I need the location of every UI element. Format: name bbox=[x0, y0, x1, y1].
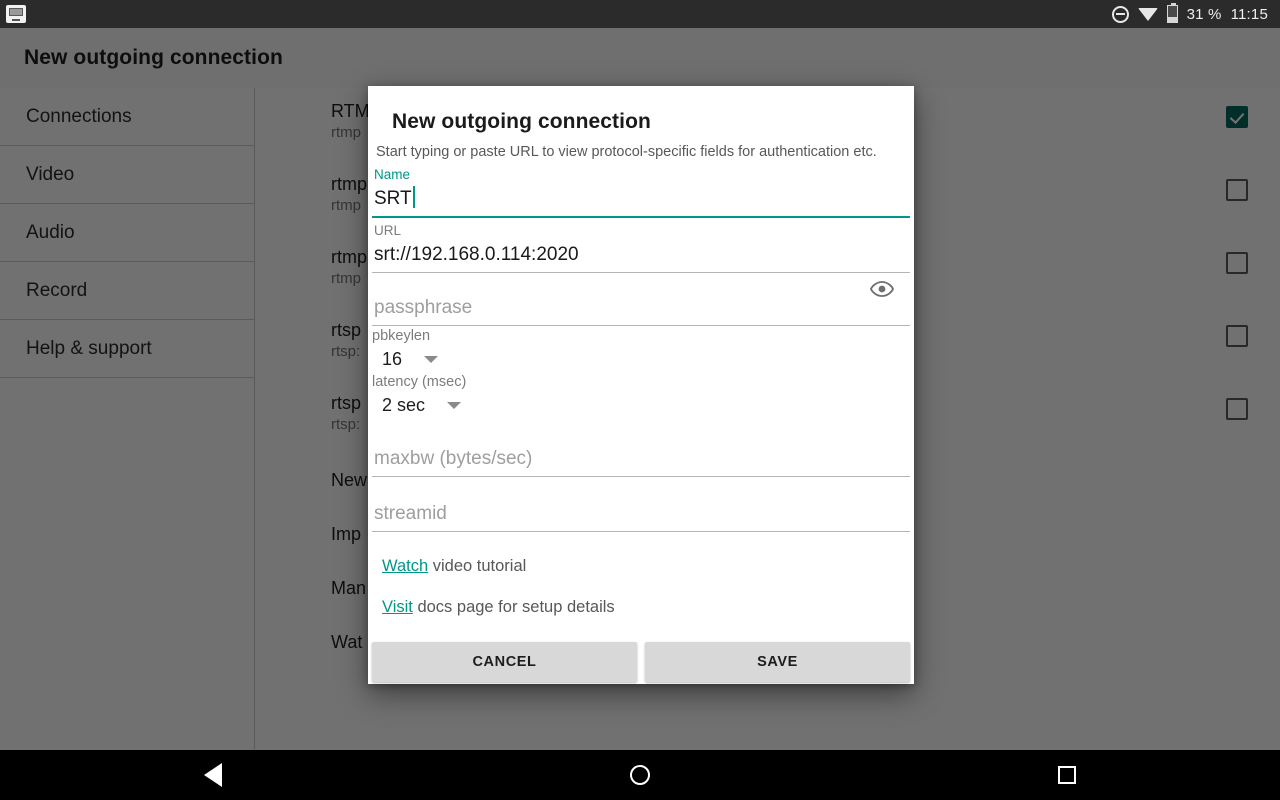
nav-back-button[interactable] bbox=[153, 763, 273, 787]
name-input-value: SRT bbox=[374, 188, 412, 209]
connection-checkbox[interactable] bbox=[1226, 398, 1248, 420]
dialog-subtitle: Start typing or paste URL to view protoc… bbox=[370, 142, 912, 162]
latency-label: latency (msec) bbox=[372, 372, 912, 392]
recents-square-icon bbox=[1058, 766, 1076, 784]
url-input[interactable]: srt://192.168.0.114:2020 bbox=[372, 240, 910, 270]
maxbw-input[interactable]: maxbw (bytes/sec) bbox=[372, 444, 910, 474]
maxbw-field-group: maxbw (bytes/sec) bbox=[372, 418, 910, 477]
streamid-field-group: streamid bbox=[372, 477, 910, 532]
battery-percent-label: 31 % bbox=[1187, 6, 1222, 23]
nav-home-button[interactable] bbox=[580, 765, 700, 785]
pbkeylen-group: pbkeylen 16 bbox=[370, 326, 912, 372]
sidebar-item-audio[interactable]: Audio bbox=[0, 204, 254, 262]
url-field-label: URL bbox=[372, 222, 910, 240]
passphrase-field-underline bbox=[372, 325, 910, 326]
screen: New outgoing connection Connections Vide… bbox=[0, 0, 1280, 800]
app-notification-icon bbox=[6, 5, 26, 23]
connection-checkbox[interactable] bbox=[1226, 106, 1248, 128]
streamid-input[interactable]: streamid bbox=[372, 499, 910, 529]
new-connection-dialog: New outgoing connection Start typing or … bbox=[368, 86, 914, 684]
eye-icon[interactable] bbox=[870, 281, 894, 297]
dialog-links: Watch video tutorial Visit docs page for… bbox=[370, 532, 912, 636]
watch-video-tutorial-link[interactable]: Watch bbox=[382, 557, 428, 575]
watch-tutorial-text: video tutorial bbox=[428, 557, 526, 575]
passphrase-field-group: passphrase bbox=[372, 273, 910, 326]
app-bar: New outgoing connection bbox=[0, 28, 1280, 88]
text-caret bbox=[413, 186, 415, 208]
chevron-down-icon bbox=[447, 402, 461, 409]
sidebar: Connections Video Audio Record Help & su… bbox=[0, 88, 255, 750]
watch-tutorial-line: Watch video tutorial bbox=[382, 546, 900, 587]
status-bar: 31 % 11:15 bbox=[0, 0, 1280, 28]
sidebar-item-label: Video bbox=[26, 164, 74, 186]
sidebar-item-label: Help & support bbox=[26, 338, 152, 360]
clock-label: 11:15 bbox=[1231, 6, 1268, 23]
sidebar-item-record[interactable]: Record bbox=[0, 262, 254, 320]
dialog-title: New outgoing connection bbox=[368, 86, 914, 142]
do-not-disturb-icon bbox=[1112, 6, 1129, 23]
visit-docs-link[interactable]: Visit bbox=[382, 598, 413, 616]
list-item-label: Man bbox=[331, 578, 366, 599]
name-input[interactable]: SRT bbox=[372, 184, 910, 214]
pbkeylen-label: pbkeylen bbox=[372, 326, 912, 346]
pbkeylen-select[interactable]: 16 bbox=[372, 346, 912, 372]
streamid-field-underline bbox=[372, 531, 910, 532]
connection-checkbox[interactable] bbox=[1226, 325, 1248, 347]
list-item-label: Imp bbox=[331, 524, 361, 545]
passphrase-input[interactable]: passphrase bbox=[372, 293, 910, 323]
wifi-icon bbox=[1138, 8, 1158, 21]
status-bar-system: 31 % 11:15 bbox=[1112, 5, 1280, 23]
sidebar-item-connections[interactable]: Connections bbox=[0, 88, 254, 146]
battery-icon bbox=[1167, 5, 1178, 23]
latency-group: latency (msec) 2 sec bbox=[370, 372, 912, 418]
list-item-label: Wat bbox=[331, 632, 362, 653]
visit-docs-text: docs page for setup details bbox=[413, 598, 615, 616]
pbkeylen-value: 16 bbox=[382, 346, 402, 372]
nav-recents-button[interactable] bbox=[1007, 766, 1127, 784]
visit-docs-line: Visit docs page for setup details bbox=[382, 587, 900, 628]
page-title: New outgoing connection bbox=[0, 46, 283, 70]
save-button[interactable]: SAVE bbox=[645, 642, 910, 682]
connection-checkbox[interactable] bbox=[1226, 179, 1248, 201]
dialog-body: Start typing or paste URL to view protoc… bbox=[368, 142, 914, 684]
dialog-actions: CANCEL SAVE bbox=[370, 636, 912, 684]
name-field-group: Name SRT bbox=[372, 162, 910, 218]
android-navigation-bar bbox=[0, 750, 1280, 800]
name-field-label: Name bbox=[372, 166, 910, 184]
sidebar-item-video[interactable]: Video bbox=[0, 146, 254, 204]
url-field-group: URL srt://192.168.0.114:2020 bbox=[372, 218, 910, 273]
sidebar-item-help-support[interactable]: Help & support bbox=[0, 320, 254, 378]
connection-checkbox[interactable] bbox=[1226, 252, 1248, 274]
sidebar-item-label: Audio bbox=[26, 222, 75, 244]
sidebar-item-label: Record bbox=[26, 280, 87, 302]
chevron-down-icon bbox=[424, 356, 438, 363]
cancel-button[interactable]: CANCEL bbox=[372, 642, 637, 682]
status-bar-notifications bbox=[0, 5, 26, 23]
list-item-label: New bbox=[331, 470, 367, 491]
home-circle-icon bbox=[630, 765, 650, 785]
latency-select[interactable]: 2 sec bbox=[372, 392, 912, 418]
sidebar-item-label: Connections bbox=[26, 106, 132, 128]
latency-value: 2 sec bbox=[382, 392, 425, 418]
back-triangle-icon bbox=[204, 763, 222, 787]
